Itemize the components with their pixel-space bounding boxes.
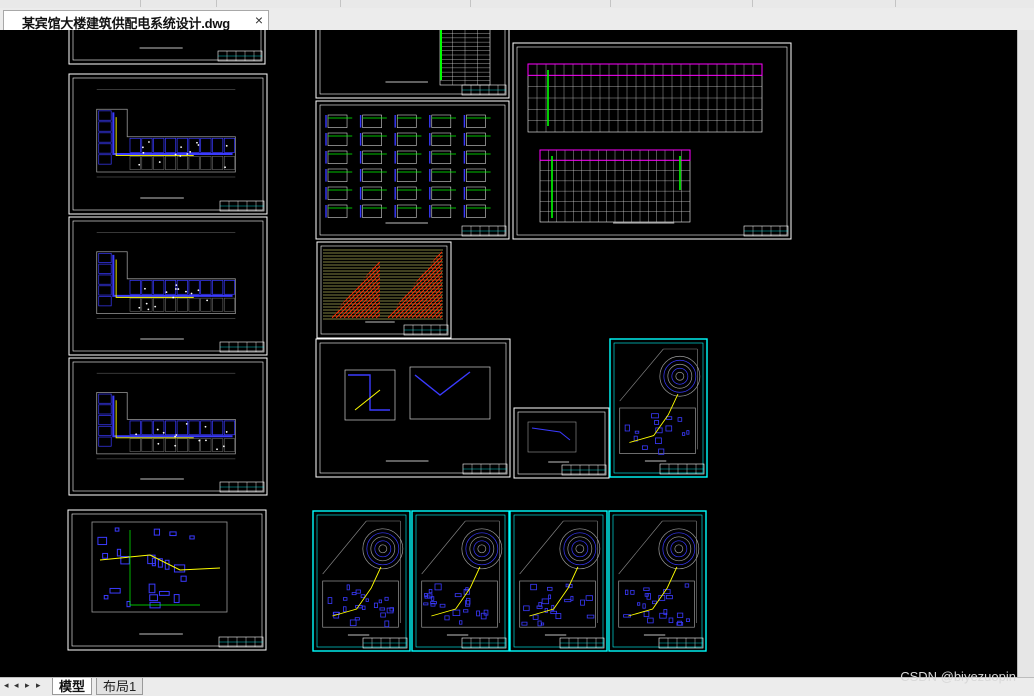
sheet-detail-plans — [315, 338, 511, 478]
file-tab[interactable]: 某宾馆大楼建筑供配电系统设计.dwg × — [3, 10, 269, 31]
sheet-floor-plan-2 — [68, 216, 268, 356]
sheet-site-plan-main — [609, 338, 708, 478]
drawing-canvas[interactable] — [0, 30, 1034, 677]
sheet-site-plan-4 — [608, 510, 707, 652]
sheet-small-plan — [513, 407, 610, 479]
watermark: CSDN @biyezuopin — [900, 669, 1016, 684]
sheet-legend-table — [315, 30, 510, 99]
sheet-floor-plan-3 — [68, 357, 268, 496]
last-layout-icon[interactable]: ▸ — [36, 680, 41, 691]
sheet-basement-plan — [67, 509, 267, 651]
prev-layout-icon[interactable]: ◂ — [14, 680, 19, 691]
sheet-site-plan-2 — [411, 510, 510, 652]
drawing-sheets — [67, 30, 792, 652]
sheet-hatch-table — [316, 241, 452, 339]
sheet-site-plan-1 — [312, 510, 411, 652]
sheet-system-diagram — [315, 100, 510, 240]
sheet-floor-plan-1 — [68, 73, 268, 215]
first-layout-icon[interactable]: ◂ — [4, 680, 9, 691]
document-tab-bar: 某宾馆大楼建筑供配电系统设计.dwg × — [0, 8, 1034, 31]
model-space — [67, 30, 792, 652]
tab-model[interactable]: 模型 — [52, 678, 93, 695]
sheet-distribution-schedule — [512, 42, 792, 240]
sheet-floor-plan-top — [68, 30, 266, 65]
close-icon[interactable]: × — [255, 12, 263, 28]
tab-layout1[interactable]: 布局1 — [96, 678, 144, 695]
layout-tab-bar: ◂ ◂ ▸ ▸ 模型 布局1 — [0, 677, 1034, 696]
sheet-site-plan-3 — [509, 510, 608, 652]
next-layout-icon[interactable]: ▸ — [25, 680, 30, 691]
vertical-scrollbar[interactable] — [1017, 30, 1034, 677]
